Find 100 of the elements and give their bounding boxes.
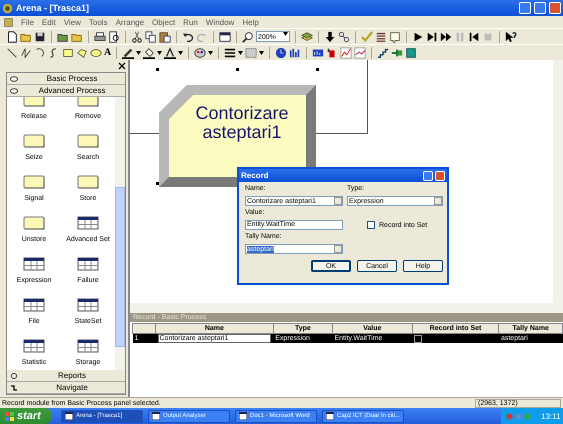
windows-logo-icon	[5, 412, 14, 420]
line-color-icon[interactable]	[122, 46, 134, 58]
line-chart-icon[interactable]	[354, 46, 366, 58]
plot-icon[interactable]	[340, 46, 352, 58]
menu-item[interactable]: Window	[206, 18, 234, 26]
table-icon	[23, 257, 45, 271]
menu-item[interactable]: Run	[183, 18, 198, 26]
step-icon[interactable]	[426, 30, 438, 42]
window-title: Arena - [Trasca1]	[16, 3, 90, 13]
histogram-icon[interactable]	[289, 46, 302, 58]
panel-header[interactable]: Navigate	[7, 382, 125, 394]
caret-icon[interactable]	[259, 50, 264, 54]
rectangle-tool-icon[interactable]	[62, 46, 74, 58]
window-icon	[239, 412, 247, 420]
module-drawing[interactable]	[159, 85, 316, 187]
start-button[interactable]: start	[0, 408, 52, 424]
module-label: Contorizare asteptari1	[194, 104, 290, 142]
copy-icon[interactable]	[145, 30, 157, 42]
clock: 13:11	[541, 412, 560, 420]
selection-handle[interactable]	[316, 68, 319, 71]
checkbox[interactable]	[367, 221, 375, 229]
start-over-icon[interactable]	[468, 30, 480, 42]
palette-icon[interactable]	[194, 46, 206, 58]
line-tool-icon[interactable]	[6, 46, 18, 58]
text-color-icon[interactable]	[164, 46, 176, 58]
flowchart-module-icon	[23, 175, 45, 189]
app-icon	[2, 2, 13, 14]
menu-item[interactable]: Arrange	[116, 18, 144, 26]
caret-icon[interactable]	[157, 50, 162, 54]
scrollbar[interactable]	[115, 97, 125, 370]
caret-icon[interactable]	[208, 50, 214, 54]
table-icon	[77, 298, 99, 312]
close-icon[interactable]	[118, 62, 126, 70]
bar-chart-icon[interactable]	[312, 46, 324, 58]
cut-icon[interactable]	[131, 30, 143, 42]
scrollbar[interactable]	[128, 303, 563, 313]
selection-handle[interactable]	[156, 182, 159, 185]
layers-icon[interactable]	[301, 30, 313, 42]
print-icon[interactable]	[94, 30, 106, 42]
checkmark-icon[interactable]	[361, 30, 373, 42]
close-button[interactable]	[435, 170, 445, 180]
pattern-icon[interactable]	[245, 46, 258, 58]
square-icon[interactable]	[405, 46, 418, 58]
ellipse-tool-icon[interactable]	[90, 46, 102, 58]
flowchart-module-icon	[77, 134, 99, 148]
arc-tool-icon[interactable]	[34, 46, 46, 58]
undo-icon[interactable]	[182, 30, 194, 42]
caret-icon[interactable]	[136, 50, 142, 54]
menu-item[interactable]: File	[21, 18, 34, 26]
menu-item[interactable]: Edit	[42, 18, 56, 26]
connector-icon[interactable]	[338, 30, 350, 42]
play-icon[interactable]	[412, 30, 424, 42]
polygon-tool-icon[interactable]	[76, 46, 88, 58]
panel-header[interactable]: Advanced Process	[7, 85, 125, 97]
print-preview-icon[interactable]	[108, 30, 120, 42]
stairs-icon[interactable]	[377, 46, 390, 58]
document-icon	[4, 18, 13, 26]
table-icon	[23, 298, 45, 312]
panel-header[interactable]: Basic Process	[7, 73, 125, 85]
polyline-tool-icon[interactable]	[20, 46, 32, 58]
note-icon[interactable]	[389, 30, 401, 42]
magnifier-icon[interactable]	[242, 30, 254, 42]
selection-handle[interactable]	[236, 68, 239, 71]
flowchart-module-icon	[23, 216, 45, 230]
menu-item[interactable]: Object	[152, 18, 176, 26]
text-tool[interactable]: A	[104, 47, 112, 58]
save-icon[interactable]	[34, 30, 46, 42]
menu-item[interactable]: Tools	[88, 18, 108, 26]
panel-header[interactable]: Reports	[7, 370, 125, 382]
flowchart-module-icon	[77, 97, 99, 107]
minimize-button[interactable]	[519, 2, 531, 14]
table-icon	[23, 339, 45, 353]
table-icon	[77, 216, 99, 230]
flowchart-module-icon	[23, 134, 45, 148]
fill-color-icon[interactable]	[143, 46, 156, 58]
close-button[interactable]	[549, 2, 561, 14]
clock-icon[interactable]	[275, 46, 288, 58]
checkbox[interactable]	[414, 334, 422, 342]
paste-icon[interactable]	[159, 30, 171, 42]
panel-icon	[10, 372, 18, 378]
help-button[interactable]	[423, 170, 433, 180]
selection-handle[interactable]	[156, 68, 159, 71]
caret-icon[interactable]	[238, 50, 244, 54]
down-arrow-icon[interactable]	[324, 30, 336, 42]
dialog-title: Record	[241, 171, 270, 180]
list-icon[interactable]	[375, 30, 387, 42]
line-width-icon[interactable]	[224, 46, 236, 58]
caret-icon[interactable]	[283, 32, 288, 36]
menu-item[interactable]: View	[64, 18, 81, 26]
window-icon[interactable]	[219, 30, 231, 42]
scrollbar[interactable]	[553, 60, 563, 303]
caret-icon[interactable]	[178, 50, 184, 54]
fast-forward-icon[interactable]	[440, 30, 452, 42]
maximize-button[interactable]	[534, 2, 546, 14]
menu-item[interactable]: Help	[242, 18, 259, 26]
help-pointer-icon[interactable]	[505, 30, 517, 42]
new-file-icon[interactable]	[6, 30, 18, 42]
flowchart-module-icon	[77, 175, 99, 189]
path-icon[interactable]	[391, 46, 404, 58]
flowchart-module-icon	[23, 97, 45, 107]
